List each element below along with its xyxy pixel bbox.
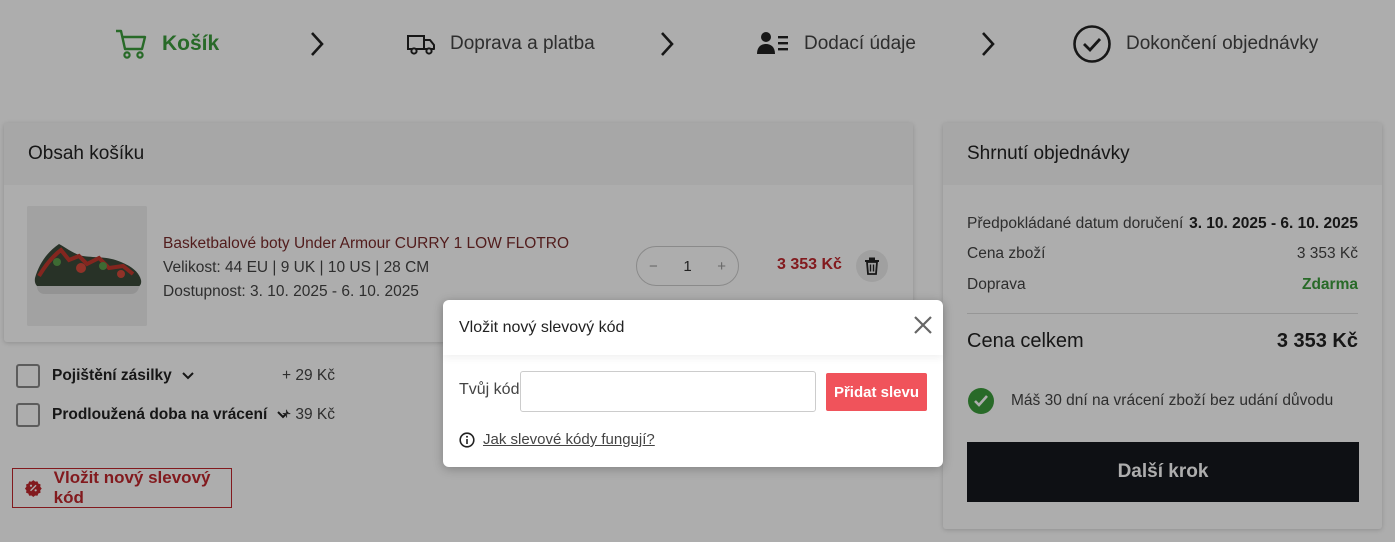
info-icon [459,431,475,448]
code-label: Tvůj kód [459,381,520,398]
discount-code-modal: Vložit nový slevový kód Tvůj kód Přidat … [443,300,943,467]
help-row: Jak slevové kódy fungují? [459,431,655,448]
discount-code-input[interactable] [520,371,816,412]
discount-help-link[interactable]: Jak slevové kódy fungují? [483,431,655,448]
modal-title: Vložit nový slevový kód [443,300,943,355]
close-icon[interactable] [911,313,935,337]
apply-discount-button[interactable]: Přidat slevu [826,373,927,411]
